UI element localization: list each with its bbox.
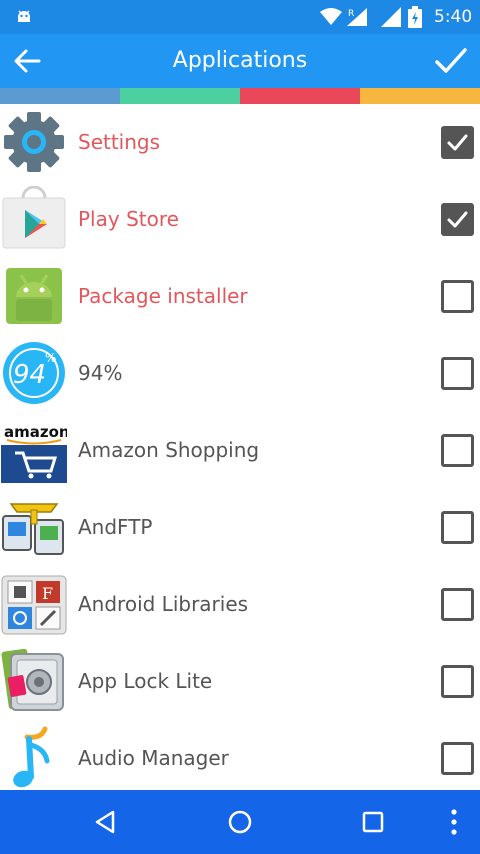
list-item[interactable]: Package installer (0, 258, 480, 335)
app-label: Android Libraries (78, 592, 249, 616)
check-icon (447, 211, 468, 228)
svg-text:%: % (45, 351, 56, 365)
app-toolbar: Applications (0, 34, 480, 88)
list-item[interactable]: amazon Amazon Shopping (0, 412, 480, 489)
app-checkbox[interactable] (441, 203, 474, 236)
list-item[interactable]: 94 % 94% (0, 335, 480, 412)
android-robot-icon (6, 268, 62, 324)
settings-gear-icon (4, 112, 64, 172)
signal-icon (381, 7, 401, 27)
signal-icon: R (347, 8, 367, 26)
list-item[interactable]: Settings (0, 104, 480, 181)
check-icon (447, 134, 468, 151)
signal-roaming-badge: R (348, 9, 354, 19)
app-checkbox[interactable] (441, 588, 474, 621)
confirm-button[interactable] (430, 42, 472, 80)
app-label: App Lock Lite (78, 669, 213, 693)
clock-time: 5:40 (434, 7, 473, 27)
color-strip-blue (0, 88, 120, 104)
app-checkbox[interactable] (441, 434, 474, 467)
color-strip-red (240, 88, 360, 104)
app-checkbox[interactable] (441, 511, 474, 544)
wifi-icon (320, 8, 342, 25)
app-label: Amazon Shopping (78, 438, 260, 462)
app-label: Settings (78, 130, 161, 154)
amazon-cart-icon: amazon (1, 417, 67, 483)
checkmark-icon (435, 48, 467, 73)
color-strip-green (120, 88, 240, 104)
nav-recents-button[interactable] (353, 802, 393, 842)
94-icon-text: 94 (13, 360, 46, 390)
andftp-icon (2, 503, 64, 555)
amazon-logo-text: amazon (4, 423, 67, 441)
app-label: AndFTP (78, 515, 153, 539)
app-checkbox[interactable] (441, 280, 474, 313)
nav-back-button[interactable] (86, 802, 126, 842)
list-item[interactable]: AndFTP (0, 489, 480, 566)
android-debug-icon (18, 10, 30, 22)
overflow-menu-icon (451, 809, 457, 835)
app-checkbox[interactable] (441, 357, 474, 390)
app-checkbox[interactable] (441, 665, 474, 698)
list-item[interactable]: App Lock Lite (0, 643, 480, 720)
app-checkbox[interactable] (441, 126, 474, 159)
page-title: Applications (172, 48, 308, 73)
play-store-icon (2, 186, 66, 249)
color-strip-yellow (360, 88, 480, 104)
app-list: Settings Play Store Package installer 94… (0, 104, 480, 790)
battery-icon (408, 6, 422, 28)
system-nav-bar (0, 790, 480, 854)
list-item[interactable]: Play Store (0, 181, 480, 258)
list-item[interactable]: F Android Libraries (0, 566, 480, 643)
music-note-icon (13, 726, 50, 788)
nav-home-button[interactable] (220, 802, 260, 842)
app-label: Play Store (78, 207, 179, 231)
back-triangle-icon (95, 810, 115, 834)
app-label: 94% (78, 361, 123, 385)
nav-overflow-button[interactable] (434, 802, 474, 842)
safe-lock-icon (1, 648, 64, 711)
status-bar: R 5:40 (0, 0, 480, 34)
app-label: Audio Manager (78, 746, 229, 770)
android-libraries-icon: F (1, 575, 67, 635)
recents-square-icon (362, 811, 384, 833)
app-checkbox[interactable] (441, 742, 474, 775)
app-label: Package installer (78, 284, 248, 308)
svg-text:F: F (42, 584, 53, 603)
94-percent-icon: 94 % (3, 342, 65, 404)
home-circle-icon (228, 810, 252, 834)
color-strip (0, 88, 480, 104)
list-item[interactable]: Audio Manager (0, 720, 480, 790)
